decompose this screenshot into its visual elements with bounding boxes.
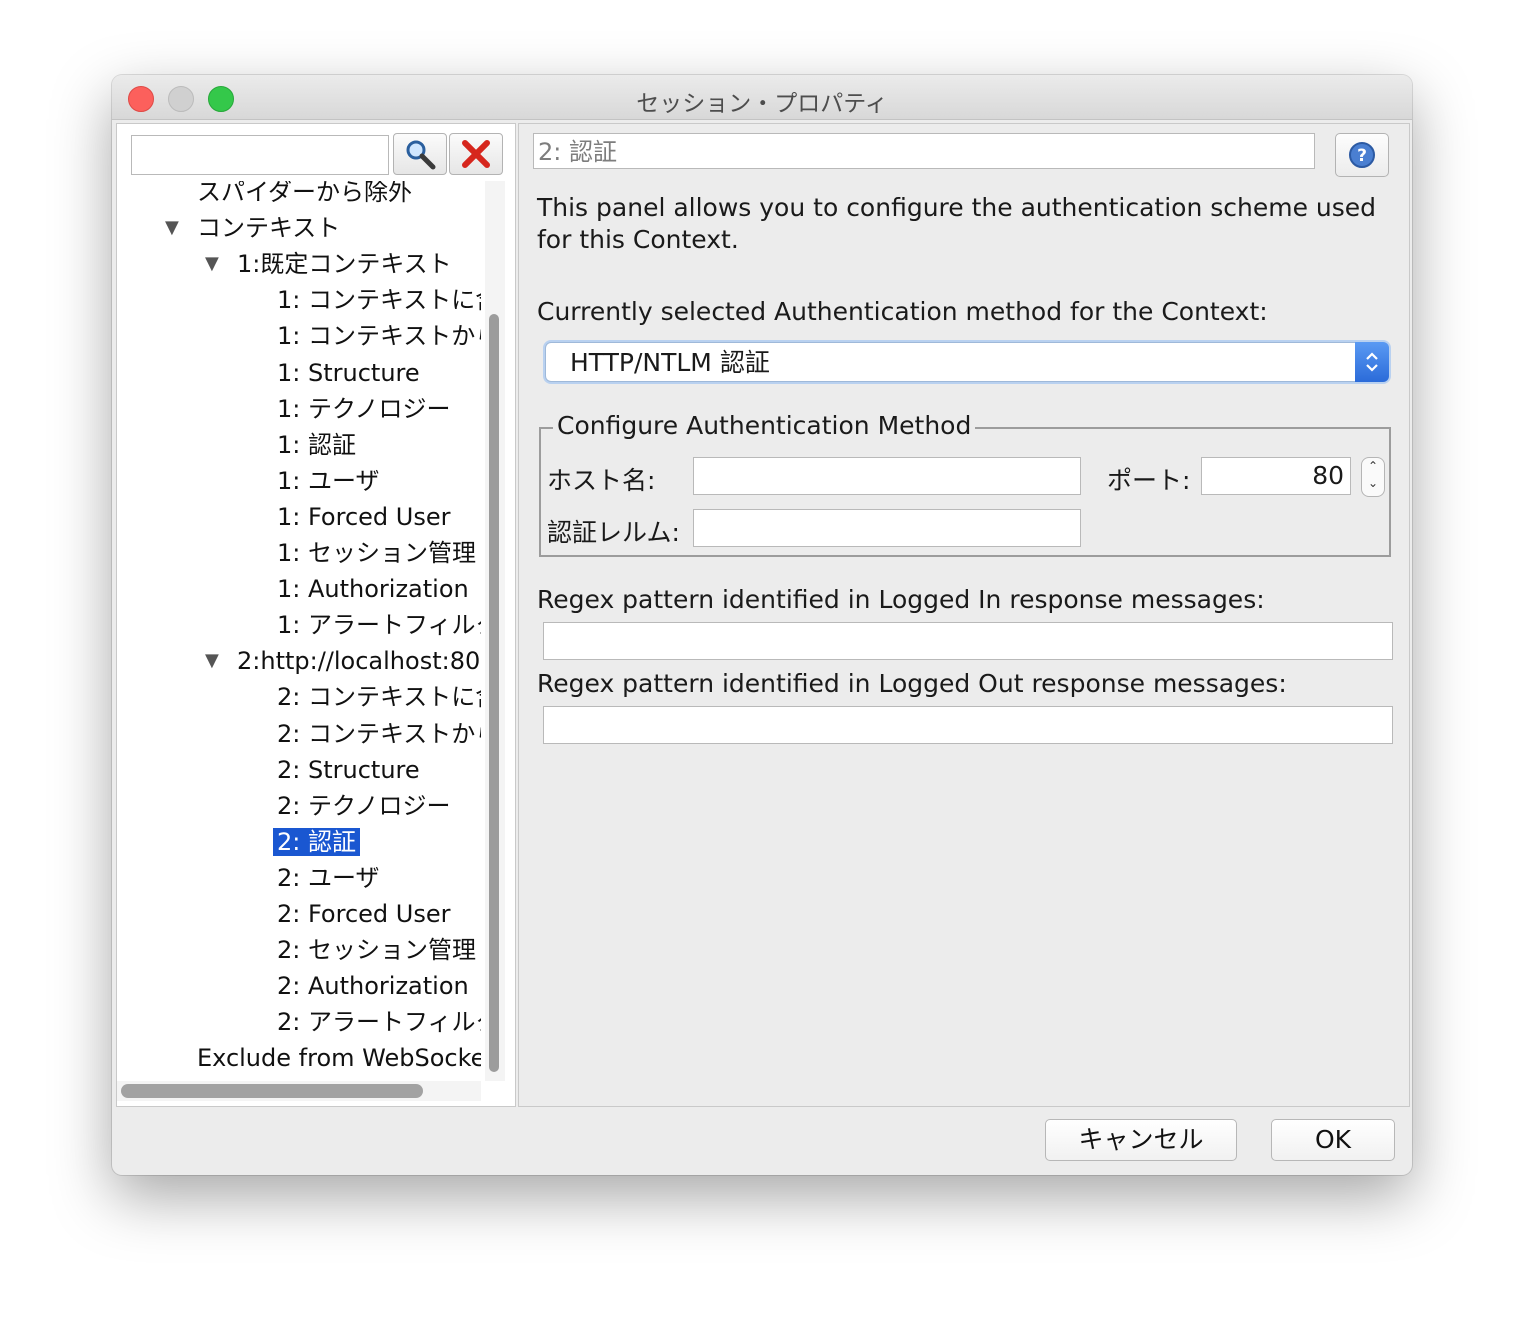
tree-item-label: 1: Authorization (277, 575, 469, 604)
logged-in-label: Regex pattern identified in Logged In re… (537, 585, 1265, 614)
tree-item-label: 2: ユーザ (277, 863, 380, 892)
tree-item-label: 2: コンテキストから (277, 719, 481, 748)
tree-item[interactable]: 2: テクノロジー (277, 789, 451, 823)
search-button[interactable] (393, 133, 447, 175)
tree-item[interactable]: 2: ユーザ (277, 861, 380, 895)
tree-item-label: 2: テクノロジー (277, 791, 451, 820)
tree-item-label: 2: コンテキストに含 (277, 683, 481, 712)
auth-method-label: Currently selected Authentication method… (537, 297, 1268, 326)
port-field[interactable]: 80 (1201, 457, 1351, 495)
tree-item-label: 2: Forced User (277, 900, 451, 928)
tree-item[interactable]: 1: 認証 (277, 428, 356, 462)
tree-item[interactable]: スパイダーから除外 (197, 181, 412, 209)
logged-in-regex-field[interactable] (543, 622, 1393, 660)
expand-arrow-icon[interactable]: ▼ (165, 211, 179, 245)
context-tree[interactable]: スパイダーから除外 ▼ コンテキスト ▼ 1:既定コンテキスト 1: コンテキストに含 1:… (117, 181, 481, 1081)
tree-item-label: スパイダーから除外 (197, 181, 413, 206)
chevron-updown-icon (1355, 342, 1389, 382)
host-label: ホスト名: (547, 466, 656, 495)
tree-item[interactable]: 2: コンテキストから (277, 717, 481, 751)
tree-item-label: 1: テクノロジー (277, 394, 451, 423)
tree-item[interactable]: 2: Forced User (277, 897, 450, 931)
tree-item-label: 1: Forced User (277, 502, 451, 531)
tree-vertical-scrollbar[interactable] (489, 314, 499, 1072)
tree-search-input[interactable] (131, 135, 389, 175)
magnifier-icon (406, 140, 436, 170)
panel-path-field: 2: 認証 (533, 133, 1315, 169)
expand-arrow-icon[interactable]: ▼ (205, 644, 219, 678)
tree-item-label: 1: ユーザ (277, 466, 380, 495)
tree-item-label: 1: Structure (277, 358, 420, 387)
clear-search-button[interactable] (449, 133, 503, 175)
tree-item[interactable]: 2: Structure (277, 753, 420, 787)
tree-item-label: 1: コンテキストから (277, 322, 481, 351)
tree-item-selected[interactable]: 2: 認証 (273, 825, 360, 859)
panel-description: This panel allows you to configure the a… (537, 193, 1377, 254)
session-properties-window: セッション・プロパティ スパイダーから除外 ▼ コンテキスト ▼ 1:既定コンテキスト 1… (112, 75, 1412, 1175)
tree-item-label: 2: 認証 (273, 827, 360, 856)
auth-method-select[interactable]: HTTP/NTLM 認証 (545, 342, 1389, 382)
tree-item-label: 2: セッション管理 (277, 936, 476, 965)
tree-item-label: 1: セッション管理 (277, 539, 476, 567)
help-icon: ? (1349, 142, 1375, 168)
tree-item[interactable]: 1: アラートフィルタ (277, 608, 481, 642)
host-field[interactable] (693, 457, 1081, 495)
tree-item[interactable]: ▼ 2:http://localhost:808 (205, 644, 481, 678)
tree-item-label: Exclude from WebSocket (197, 1044, 481, 1073)
tree-horizontal-scrollbar[interactable] (121, 1084, 423, 1098)
expand-arrow-icon[interactable]: ▼ (205, 247, 219, 281)
tree-item[interactable]: ▼ 1:既定コンテキスト (205, 247, 452, 281)
tree-item-label: 1: コンテキストに含 (277, 286, 481, 315)
sidebar-panel: スパイダーから除外 ▼ コンテキスト ▼ 1:既定コンテキスト 1: コンテキストに含 1:… (116, 123, 516, 1107)
tree-item-label: 2: Authorization (277, 972, 469, 1001)
tree-item[interactable]: 1: コンテキストに含 (277, 283, 481, 317)
red-x-icon (462, 140, 490, 168)
port-label: ポート: (1107, 466, 1191, 495)
authentication-panel: 2: 認証 ? This panel allows you to configu… (518, 123, 1410, 1107)
tree-item-label: 1: アラートフィルタ (277, 611, 481, 640)
logged-out-label: Regex pattern identified in Logged Out r… (537, 669, 1287, 698)
tree-item-label: 2: Structure (277, 755, 420, 784)
chevron-up-icon[interactable]: ⌃ (1368, 459, 1378, 473)
tree-item[interactable]: 1: セッション管理 (277, 536, 476, 570)
tree-item[interactable]: 2: アラートフィルタ (277, 1005, 481, 1039)
tree-item[interactable]: 1: Authorization (277, 572, 469, 606)
tree-item[interactable]: 1: テクノロジー (277, 392, 451, 426)
port-stepper[interactable]: ⌃ ⌄ (1361, 457, 1385, 497)
tree-item-label: コンテキスト (197, 214, 341, 243)
chevron-down-icon[interactable]: ⌄ (1368, 476, 1378, 490)
tree-item-label: 1: 認証 (277, 430, 356, 459)
realm-field[interactable] (693, 509, 1081, 547)
tree-item[interactable]: 1: Structure (277, 356, 420, 390)
tree-item-label: 1:既定コンテキスト (237, 250, 452, 279)
cancel-button[interactable]: キャンセル (1045, 1119, 1237, 1161)
tree-item[interactable]: 1: Forced User (277, 500, 450, 534)
realm-label: 認証レルム: (547, 518, 680, 547)
logged-out-regex-field[interactable] (543, 706, 1393, 744)
tree-item-label: 2: アラートフィルタ (277, 1008, 481, 1037)
tree-item[interactable]: Exclude from WebSocket (197, 1041, 481, 1075)
tree-item[interactable]: 1: ユーザ (277, 464, 380, 498)
auth-method-value: HTTP/NTLM 認証 (570, 348, 770, 377)
svg-text:?: ? (1357, 146, 1367, 166)
configure-method-legend: Configure Authentication Method (553, 411, 976, 440)
configure-method-group: Configure Authentication Method ホスト名: ポー… (539, 411, 1391, 557)
title-bar: セッション・プロパティ (112, 75, 1412, 120)
tree-item[interactable]: 1: コンテキストから (277, 319, 481, 353)
window-title: セッション・プロパティ (636, 91, 888, 117)
help-button[interactable]: ? (1335, 133, 1389, 177)
tree-item[interactable]: 2: セッション管理 (277, 933, 476, 967)
tree-item-label: 2:http://localhost:808 (237, 647, 481, 676)
tree-item[interactable]: 2: コンテキストに含 (277, 680, 481, 714)
ok-button[interactable]: OK (1271, 1119, 1395, 1161)
tree-item[interactable]: 2: Authorization (277, 969, 469, 1003)
tree-item[interactable]: ▼ コンテキスト (165, 211, 341, 245)
